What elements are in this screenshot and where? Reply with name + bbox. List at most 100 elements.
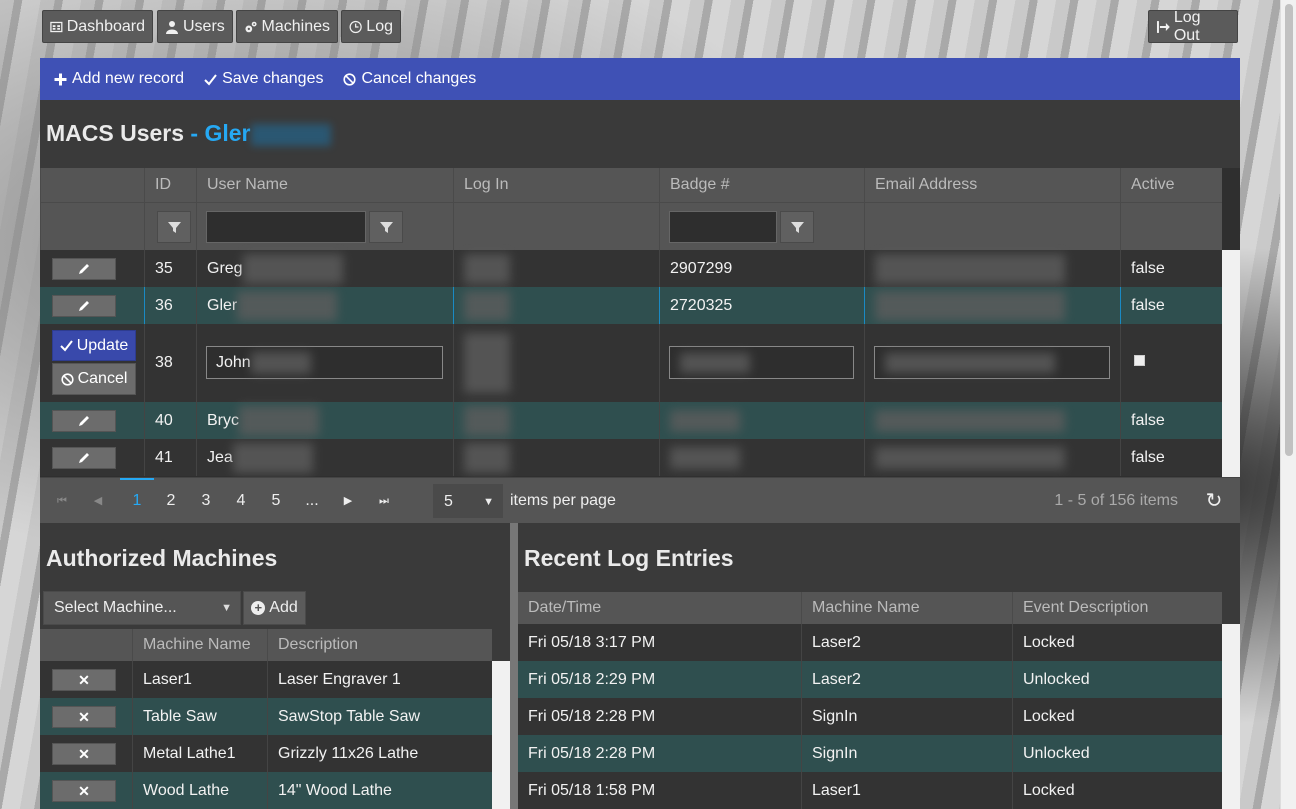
- update-button[interactable]: Update: [52, 330, 136, 361]
- log-machine-cell: Laser2: [801, 661, 1012, 698]
- email-cell: [864, 402, 1120, 439]
- page-5[interactable]: 5: [259, 478, 293, 524]
- filter-cell-username: [196, 203, 453, 251]
- nav-users-button[interactable]: Users: [157, 10, 233, 43]
- page-3[interactable]: 3: [189, 478, 223, 524]
- nav-log-button[interactable]: Log: [341, 10, 401, 43]
- redacted-text: [885, 353, 1055, 373]
- column-header-machine-name[interactable]: Machine Name: [801, 592, 1012, 624]
- id-cell: 38: [144, 324, 196, 402]
- recent-log-title: Recent Log Entries: [524, 545, 734, 571]
- prev-page-button[interactable]: ◀: [88, 478, 108, 524]
- remove-machine-button[interactable]: ✕: [52, 743, 116, 765]
- column-header-machine-name[interactable]: Machine Name: [132, 629, 267, 661]
- check-icon: [204, 73, 217, 86]
- column-header-description[interactable]: Description: [267, 629, 492, 661]
- add-machine-label: Add: [269, 599, 298, 616]
- save-changes-button[interactable]: Save changes: [204, 70, 323, 88]
- column-header-id[interactable]: ID: [144, 168, 196, 202]
- command-cell: [40, 439, 144, 476]
- log-scrollbar[interactable]: [1222, 624, 1240, 809]
- table-row-selected[interactable]: 36 Gler 2720325 false: [40, 287, 1222, 324]
- id-cell: 41: [144, 439, 196, 476]
- nav-dashboard-button[interactable]: Dashboard: [42, 10, 153, 43]
- badge-filter-input[interactable]: [669, 211, 777, 243]
- login-cell: [453, 324, 659, 402]
- cancel-edit-button[interactable]: Cancel: [52, 363, 136, 395]
- edit-button[interactable]: [52, 446, 116, 469]
- badge-edit-input[interactable]: [669, 346, 854, 379]
- column-header-active[interactable]: Active: [1120, 168, 1222, 202]
- page-1[interactable]: 1: [120, 478, 154, 524]
- column-header-event[interactable]: Event Description: [1012, 592, 1222, 624]
- redacted-text: [464, 405, 510, 436]
- page-title-user: - Gler: [184, 120, 251, 146]
- redacted-text: [239, 405, 319, 436]
- nav-dashboard-label: Dashboard: [66, 17, 145, 35]
- log-machine-cell: SignIn: [801, 698, 1012, 735]
- add-record-button[interactable]: Add new record: [54, 70, 184, 88]
- remove-machine-button[interactable]: ✕: [52, 669, 116, 691]
- plus-icon: [54, 73, 67, 85]
- page-scrollbar-thumb[interactable]: [1285, 4, 1293, 456]
- table-row-editing[interactable]: Update Cancel 38 John: [40, 324, 1222, 402]
- page-scrollbar[interactable]: [1280, 0, 1296, 809]
- logout-icon: [1156, 20, 1170, 33]
- column-header-badge[interactable]: Badge #: [659, 168, 864, 202]
- id-filter-button[interactable]: [157, 211, 191, 243]
- table-row[interactable]: 41 Jea false: [40, 439, 1222, 476]
- machine-row[interactable]: ✕ Table Saw SawStop Table Saw: [40, 698, 492, 735]
- active-checkbox[interactable]: [1134, 355, 1145, 366]
- redacted-text: [875, 290, 1065, 321]
- username-filter-input[interactable]: [206, 211, 366, 243]
- page-more[interactable]: ...: [295, 478, 329, 524]
- active-cell: false: [1120, 439, 1222, 476]
- last-page-button[interactable]: ⏭: [374, 478, 394, 524]
- badge-filter-button[interactable]: [780, 211, 814, 243]
- username-text: Jea: [207, 448, 233, 466]
- log-datetime-cell: Fri 05/18 2:28 PM: [528, 707, 656, 725]
- column-header-email[interactable]: Email Address: [864, 168, 1120, 202]
- cancel-changes-button[interactable]: Cancel changes: [343, 70, 476, 88]
- table-row[interactable]: 35 Greg 2907299 false: [40, 250, 1222, 287]
- nav-users-label: Users: [183, 17, 225, 35]
- refresh-icon[interactable]: ↻: [1200, 478, 1228, 524]
- login-cell: [453, 287, 659, 324]
- machine-row[interactable]: ✕ Wood Lathe 14" Wood Lathe: [40, 772, 492, 809]
- edit-button[interactable]: [52, 257, 116, 280]
- remove-machine-button[interactable]: ✕: [52, 780, 116, 802]
- column-header-username[interactable]: User Name: [196, 168, 453, 202]
- log-row: Fri 05/18 1:58 PM Laser1 Locked: [518, 772, 1222, 809]
- filter-icon: [379, 221, 393, 233]
- first-page-button[interactable]: ⏮: [52, 478, 72, 524]
- remove-machine-button[interactable]: ✕: [52, 706, 116, 728]
- page-size-value: 5: [444, 493, 453, 510]
- log-event-cell: Unlocked: [1012, 661, 1222, 698]
- table-row[interactable]: 40 Bryc false: [40, 402, 1222, 439]
- machines-scrollbar[interactable]: [492, 661, 510, 809]
- nav-log-label: Log: [366, 17, 393, 35]
- id-cell: 36: [144, 287, 196, 324]
- email-edit-input[interactable]: [874, 346, 1110, 379]
- active-cell: false: [1120, 402, 1222, 439]
- edit-button[interactable]: [52, 409, 116, 432]
- panel-splitter[interactable]: [510, 523, 518, 809]
- next-page-button[interactable]: ▶: [338, 478, 358, 524]
- logout-button[interactable]: Log Out: [1148, 9, 1238, 44]
- page-4[interactable]: 4: [224, 478, 258, 524]
- machine-row[interactable]: ✕ Laser1 Laser Engraver 1: [40, 661, 492, 698]
- machine-select[interactable]: Select Machine... ▼: [43, 591, 241, 625]
- edit-button[interactable]: [52, 294, 116, 317]
- log-header: Date/Time Machine Name Event Description: [518, 592, 1222, 624]
- username-filter-button[interactable]: [369, 211, 403, 243]
- page-2[interactable]: 2: [154, 478, 188, 524]
- items-per-page-label: items per page: [510, 492, 616, 509]
- username-edit-input[interactable]: John: [206, 346, 443, 379]
- nav-machines-button[interactable]: Machines: [236, 10, 338, 43]
- column-header-login[interactable]: Log In: [453, 168, 659, 202]
- machine-row[interactable]: ✕ Metal Lathe1 Grizzly 11x26 Lathe: [40, 735, 492, 772]
- add-machine-button[interactable]: + Add: [243, 591, 306, 625]
- page-size-select[interactable]: 5 ▼: [433, 484, 503, 518]
- command-cell: Update Cancel: [40, 324, 144, 402]
- column-header-datetime[interactable]: Date/Time: [518, 592, 801, 624]
